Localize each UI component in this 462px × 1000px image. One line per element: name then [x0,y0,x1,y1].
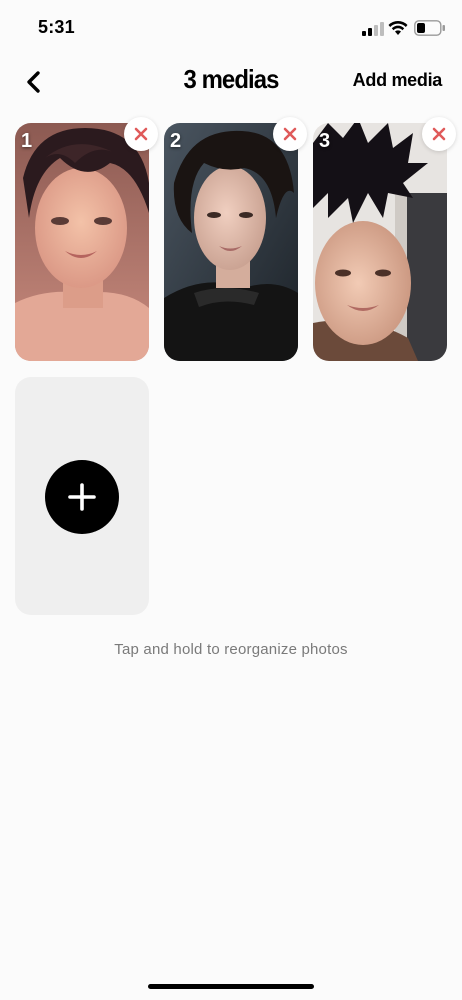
wifi-icon [388,20,408,35]
remove-media-3-button[interactable] [422,117,456,151]
remove-media-1-button[interactable] [124,117,158,151]
reorganize-hint: Tap and hold to reorganize photos [114,641,348,658]
add-media-button[interactable]: Add media [353,70,443,91]
status-time: 5:31 [38,17,75,37]
media-number: 3 [319,130,331,152]
media-number: 1 [21,130,33,152]
media-card-1[interactable]: 1 [15,123,149,361]
media-card-3[interactable]: 3 [313,123,447,361]
portrait-photo [313,123,447,361]
close-x-icon [283,127,297,141]
header: 3 medias Add media [0,56,462,104]
portrait-photo [15,123,149,361]
remove-media-2-button[interactable] [273,117,307,151]
add-media-tile[interactable] [15,377,149,615]
home-indicator[interactable] [148,984,314,989]
status-bar: 5:31 [0,0,462,54]
battery-icon [414,20,445,36]
portrait-photo [164,123,298,361]
media-card-2[interactable]: 2 [164,123,298,361]
plus-icon [68,483,96,511]
media-number: 2 [170,130,182,152]
close-x-icon [432,127,446,141]
cellular-signal-icon [362,22,384,36]
add-media-circle-button[interactable] [45,460,119,534]
close-x-icon [134,127,148,141]
